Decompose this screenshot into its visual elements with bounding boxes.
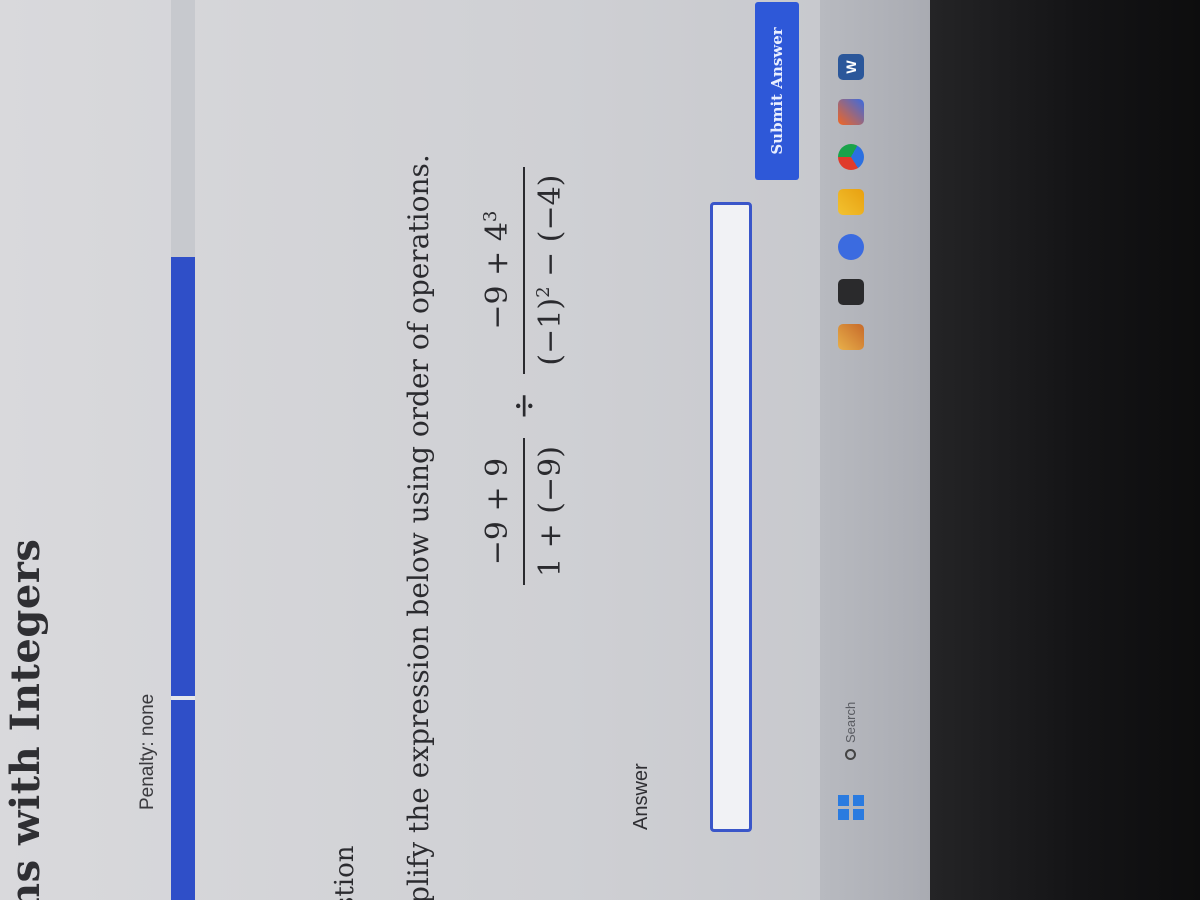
fraction-right-denominator: (−1)2 − (−4) [525, 167, 568, 374]
fraction-left-numerator: −9 + 9 [480, 457, 515, 566]
answer-label: Answer [630, 763, 652, 830]
progress-fill [171, 256, 195, 900]
screen: ns with Integers Penalty: none stion npl… [0, 0, 930, 900]
search-icon [844, 749, 856, 760]
fraction-right: −9 + 43 (−1)2 − (−4) [480, 166, 568, 374]
teams-icon[interactable] [838, 234, 864, 260]
fraction-left: −9 + 9 1 + (−9) [480, 438, 568, 585]
fraction-left-denominator: 1 + (−9) [533, 446, 568, 577]
taskbar-search-label: Search [842, 701, 858, 743]
division-operator: ÷ [504, 391, 544, 421]
progress-segment-divider [171, 696, 195, 700]
numerator-exponent: 3 [480, 210, 501, 223]
denominator-base: (−1) [533, 297, 568, 366]
denominator-tail: − (−4) [533, 174, 568, 287]
windows-start-icon[interactable] [838, 794, 864, 820]
fraction-right-numerator: −9 + 43 [480, 203, 523, 338]
widgets-icon[interactable] [838, 324, 864, 350]
question-instruction: nplify the expression below using order … [402, 154, 435, 900]
monitor-bezel [930, 0, 1200, 900]
taskbar: Search W [820, 0, 930, 900]
word-icon[interactable]: W [838, 54, 864, 80]
math-expression: −9 + 9 1 + (−9) ÷ −9 + 43 (−1)2 − (−4) [480, 166, 568, 585]
file-explorer-icon[interactable] [838, 189, 864, 215]
submit-answer-button[interactable]: Submit Answer [755, 2, 799, 180]
section-label: stion [330, 845, 360, 900]
penalty-text: Penalty: none [137, 693, 158, 810]
numerator-base: −9 + 4 [480, 222, 515, 330]
progress-bar [171, 0, 195, 900]
chrome-icon[interactable] [838, 144, 864, 170]
taskbar-search[interactable]: Search [838, 640, 862, 760]
answer-input[interactable] [710, 202, 752, 832]
task-view-icon[interactable] [838, 279, 864, 305]
page-title: ns with Integers [2, 538, 49, 900]
denominator-exponent: 2 [533, 286, 554, 298]
office-icon[interactable] [838, 99, 864, 125]
